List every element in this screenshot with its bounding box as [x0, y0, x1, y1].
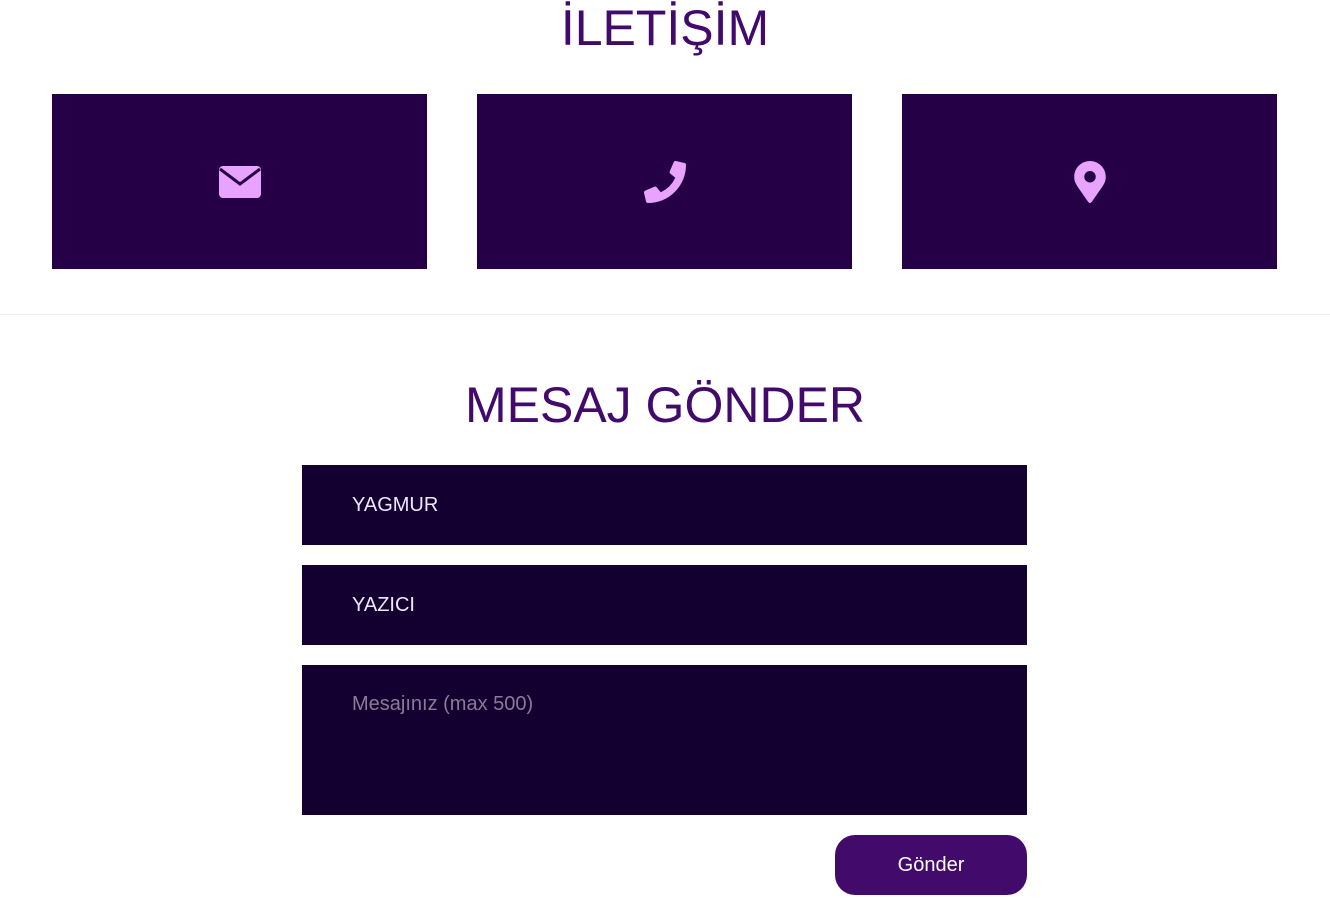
first-name-field[interactable]: [302, 465, 1027, 545]
message-field[interactable]: [302, 665, 1027, 815]
send-button[interactable]: Gönder: [835, 835, 1027, 895]
last-name-field[interactable]: [302, 565, 1027, 645]
email-card[interactable]: [52, 94, 427, 269]
message-form-title: MESAJ GÖNDER: [464, 377, 866, 433]
envelope-icon: [218, 165, 261, 198]
section-divider: [0, 314, 1330, 315]
phone-card[interactable]: [477, 94, 852, 269]
contact-title: İLETİŞİM: [560, 0, 770, 56]
location-card[interactable]: [902, 94, 1277, 269]
map-marker-icon: [1073, 160, 1106, 203]
phone-icon: [643, 160, 686, 203]
